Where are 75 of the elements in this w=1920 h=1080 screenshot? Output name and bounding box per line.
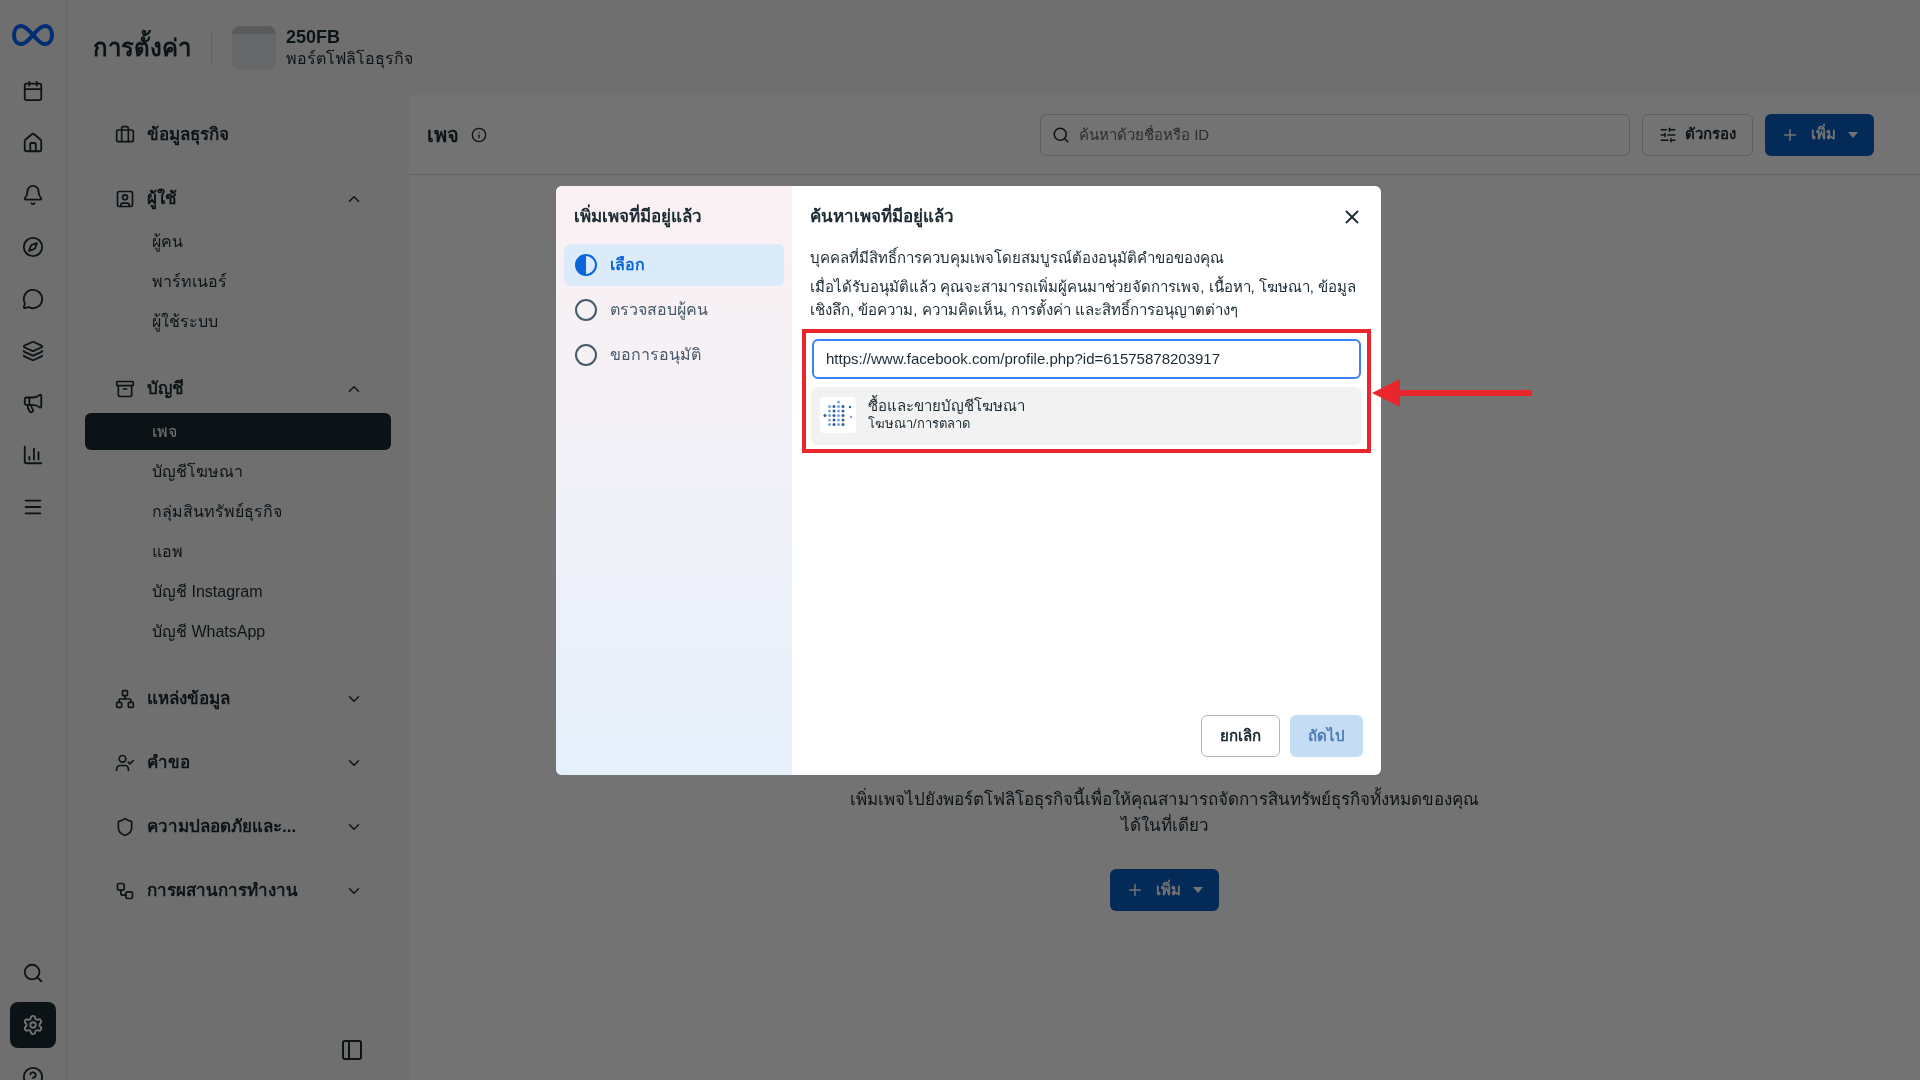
collapse-panel-icon[interactable] [340,1038,364,1062]
sidebar-section[interactable]: ความปลอดภัยและ... [105,809,371,845]
infinity-logo[interactable] [11,22,55,48]
steps-title: เพิ่มเพจที่มีอยู่แล้ว [574,204,774,230]
settings-button[interactable] [10,1002,56,1048]
section-label: ความปลอดภัยและ... [147,816,298,839]
add-button[interactable]: เพิ่ม [1765,113,1874,156]
search-field[interactable]: ค้นหาด้วยชื่อหรือ ID [1040,113,1630,156]
section-label: แหล่งข้อมูล [147,688,231,712]
shield-icon [115,817,135,837]
sidebar-section[interactable]: บัญชี [105,371,371,407]
sidebar-item[interactable]: บัญชี Instagram [85,573,391,610]
sidebar-section[interactable]: คำขอ [105,745,371,781]
settings-icon [22,1014,44,1036]
page-title: การตั้งค่า [93,29,191,66]
radio-icon [574,297,598,322]
sidebar-item[interactable]: แอพ [85,533,391,570]
empty-state-text: เพิ่มเพจไปยังพอร์ตโฟลิโอธุรกิจนี้เพื่อให้คุณสามารถจัดการสินทรัพย์ธุรกิจทั้งหมดของคุณ [850,787,1479,813]
sidebar-item[interactable]: พาร์ทเนอร์ [85,263,391,300]
compass-icon [22,236,44,258]
business-name: 250FB [286,26,342,49]
globe-dots-icon [820,396,856,433]
sidebar-item[interactable]: บัญชี WhatsApp [85,613,391,650]
half-circle-icon [574,252,598,277]
search-icon [22,962,44,984]
dialog-description: เมื่อได้รับอนุมัติแล้ว คุณจะสามารถเพิ่มผู้คนมาช่วยจัดการเพจ, เนื้อหา, โฆษณา, ข้อมูลเชิงลึก, ข้อความ, ความคิดเห็น, การตั้งค่า และสิทธิ์การอนุญาตต่างๆ [810,275,1358,321]
user-check-icon [115,753,135,773]
section-label: ผู้ใช้ [147,187,178,212]
network-icon [115,689,135,709]
dialog-title: ค้นหาเพจที่มีอยู่แล้ว [810,204,954,230]
result-category: โฆษณา/การตลาด [868,415,971,432]
sidebar-section[interactable]: แหล่งข้อมูล [105,681,371,717]
sidebar-section[interactable]: ผู้ใช้ [105,181,371,217]
section-label: บัญชี [147,378,185,401]
archive-icon [115,379,135,399]
sidebar-item[interactable]: กลุ่มสินทรัพย์ธุรกิจ [85,493,391,530]
add-button[interactable]: เพิ่ม [1110,869,1219,911]
section-label: การผสานการทำงาน [147,880,299,903]
search-result[interactable]: ซื้อและขายบัญชีโฆษณา โฆษณา/การตลาด [812,386,1361,443]
home-icon [22,132,44,154]
sidebar-item[interactable]: บัญชีโฆษณา [85,453,391,490]
chart-icon [22,444,44,466]
sidebar-item[interactable]: ผู้ใช้ระบบ [85,303,391,340]
step-item[interactable]: ขอการอนุมัติ [564,333,784,376]
stack-icon [22,340,44,362]
filter-button[interactable]: ตัวกรอง [1642,113,1753,156]
calendar-icon [22,80,44,102]
sidebar-item[interactable]: ผู้คน [85,223,391,260]
dialog-description: บุคคลที่มีสิทธิ์การควบคุมเพจโดยสมบูรณ์ต้องอนุมัติคำขอของคุณ [810,246,1225,269]
sidebar-item[interactable]: เพจ [85,413,391,450]
sliders-icon [1659,125,1677,144]
bell-icon [22,184,44,206]
plus-icon [1126,881,1144,899]
search-icon [1052,125,1070,144]
sidebar-section[interactable]: ข้อมูลธุรกิจ [105,117,371,153]
chat-icon [22,288,44,310]
step-item[interactable]: ตรวจสอบผู้คน [564,288,784,331]
sidebar-section[interactable]: การผสานการทำงาน [105,873,371,909]
step-item[interactable]: เลือก [564,243,784,286]
megaphone-icon [22,392,44,414]
section-label: ข้อมูลธุรกิจ [147,124,230,148]
contact-card-icon [115,189,135,209]
caret-icon [1193,887,1203,893]
business-type: พอร์ตโฟลิโอธุรกิจ [286,48,413,69]
briefcase-icon [115,125,135,145]
info-icon[interactable] [471,126,487,143]
result-name: ซื้อและขายบัญชีโฆษณา [868,397,1025,416]
caret-icon [1848,131,1858,138]
section-title: เพจ [427,122,459,148]
cancel-button[interactable]: ยกเลิก [1201,715,1280,757]
section-label: คำขอ [147,752,191,775]
url-field[interactable]: https://www.facebook.com/profile.php?id=61575878203917 [812,338,1361,379]
radio-icon [574,342,598,367]
workflow-icon [115,881,135,901]
empty-state-text: ได้ในที่เดียว [1120,813,1209,839]
